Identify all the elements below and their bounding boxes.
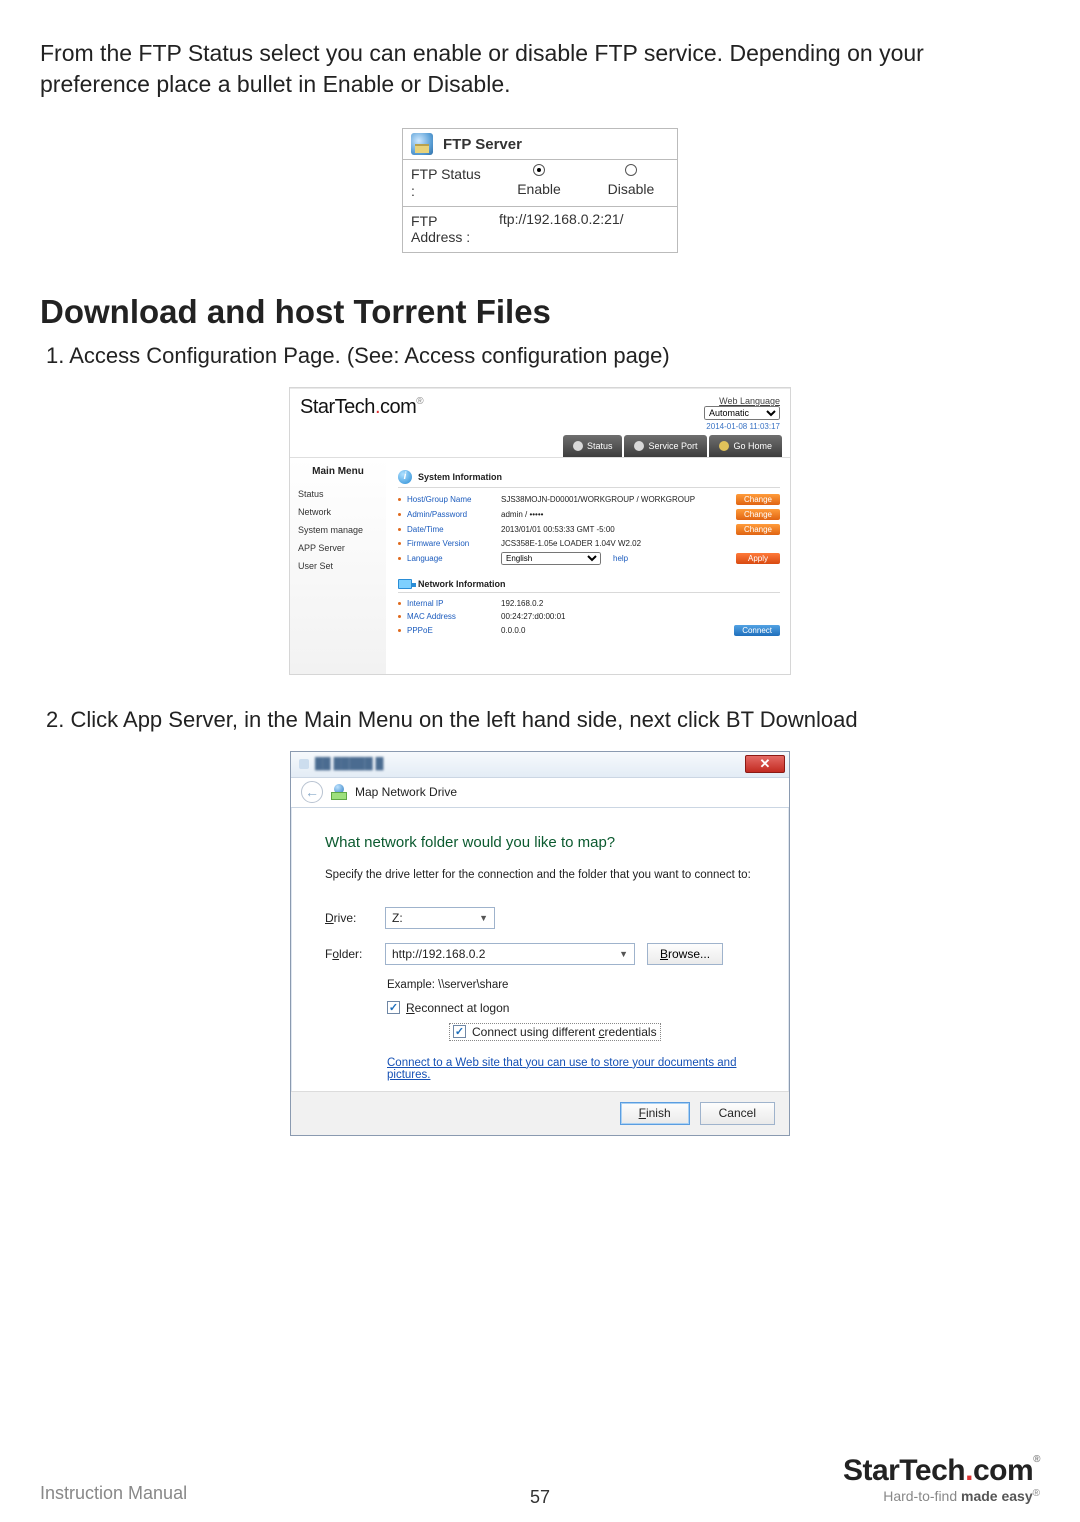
network-information-header: Network Information — [398, 573, 780, 593]
connect-website-link[interactable]: Connect to a Web site that you can use t… — [387, 1057, 755, 1081]
ftp-address-label: FTP Address : — [403, 207, 493, 253]
ftp-server-panel: FTP Server FTP Status : Enable Disable F… — [402, 128, 678, 253]
cancel-button[interactable]: Cancel — [700, 1102, 775, 1125]
footer-left: Instruction Manual — [40, 1483, 187, 1504]
reconnect-checkbox-row[interactable]: Reconnect at logon — [387, 1001, 755, 1015]
checkbox-icon — [387, 1001, 400, 1014]
dialog-titlebar: ██ █████ █ ✕ — [291, 752, 789, 778]
ftp-address-value: ftp://192.168.0.2:21/ — [493, 207, 677, 253]
section-heading: Download and host Torrent Files — [40, 293, 1040, 331]
topbar-status-button[interactable]: Status — [563, 435, 623, 457]
dialog-subtext: Specify the drive letter for the connect… — [325, 869, 755, 881]
startech-logo: StarTech.com® — [843, 1454, 1040, 1488]
step-2: 2. Click App Server, in the Main Menu on… — [46, 705, 1040, 735]
chevron-down-icon: ▼ — [619, 949, 628, 959]
sidebar-item-app-server[interactable]: APP Server — [296, 539, 380, 557]
folder-label: Folder: — [325, 947, 373, 961]
web-language-select[interactable]: Automatic — [704, 406, 780, 420]
different-credentials-checkbox-row[interactable]: Connect using different credentials — [449, 1023, 661, 1041]
main-menu-sidebar: Main Menu Status Network System manage A… — [290, 458, 386, 674]
finish-button[interactable]: Finish — [620, 1102, 690, 1125]
map-drive-icon — [331, 784, 347, 800]
footer-tagline: Hard-to-find made easy® — [843, 1488, 1040, 1504]
drive-select[interactable]: Z:▼ — [385, 907, 495, 929]
row-language: Language English help Apply — [398, 550, 780, 567]
gear-icon — [634, 441, 644, 451]
ftp-title: FTP Server — [443, 136, 522, 153]
browse-button[interactable]: Browse... — [647, 943, 723, 965]
drive-label: Drive: — [325, 911, 373, 925]
ftp-disable-radio[interactable] — [625, 164, 637, 176]
row-host-group: Host/Group NameSJS38MOJN-D00001/WORKGROU… — [398, 492, 780, 507]
sidebar-title: Main Menu — [296, 466, 380, 477]
ftp-enable-radio[interactable] — [533, 164, 545, 176]
status-icon — [573, 441, 583, 451]
sidebar-item-status[interactable]: Status — [296, 485, 380, 503]
web-language: Web Language Automatic — [704, 396, 780, 420]
checkbox-icon — [453, 1025, 466, 1038]
footer-right: StarTech.com® Hard-to-find made easy® — [843, 1454, 1040, 1504]
row-mac: MAC Address00:24:27:d0:00:01 — [398, 610, 780, 623]
step-1: 1. Access Configuration Page. (See: Acce… — [46, 341, 1040, 371]
page-number: 57 — [530, 1487, 550, 1508]
sidebar-item-user-set[interactable]: User Set — [296, 557, 380, 575]
change-button[interactable]: Change — [736, 509, 780, 520]
ftp-enable-label: Enable — [517, 181, 561, 197]
startech-webui-screenshot: StarTech.com® Web Language Automatic 201… — [289, 387, 791, 675]
ftp-disable-label: Disable — [608, 181, 655, 197]
chevron-down-icon: ▼ — [479, 913, 488, 923]
sidebar-item-system-manage[interactable]: System manage — [296, 521, 380, 539]
row-date-time: Date/Time2013/01/01 00:53:33 GMT -5:00Ch… — [398, 522, 780, 537]
change-button[interactable]: Change — [736, 494, 780, 505]
window-icon — [299, 759, 309, 769]
example-text: Example: \\server\share — [387, 979, 755, 991]
ftp-icon — [411, 133, 433, 155]
connect-button[interactable]: Connect — [734, 625, 780, 636]
topbar-serviceport-button[interactable]: Service Port — [624, 435, 707, 457]
topbar-gohome-button[interactable]: Go Home — [709, 435, 782, 457]
intro-text: From the FTP Status select you can enabl… — [40, 38, 1040, 100]
help-link[interactable]: help — [613, 554, 628, 563]
dialog-title: Map Network Drive — [355, 785, 457, 799]
network-icon — [398, 579, 412, 589]
folder-combo[interactable]: http://192.168.0.2▼ — [385, 943, 635, 965]
close-button[interactable]: ✕ — [745, 755, 785, 773]
map-network-drive-dialog: ██ █████ █ ✕ ← Map Network Drive What ne… — [290, 751, 790, 1136]
back-button[interactable]: ← — [301, 781, 323, 803]
change-button[interactable]: Change — [736, 524, 780, 535]
row-pppoe: PPPoE0.0.0.0Connect — [398, 623, 780, 638]
dialog-question: What network folder would you like to ma… — [325, 834, 755, 851]
startech-logo: StarTech.com® — [300, 396, 423, 419]
apply-button[interactable]: Apply — [736, 553, 780, 564]
row-admin-password: Admin/Passwordadmin / •••••Change — [398, 507, 780, 522]
row-internal-ip: Internal IP192.168.0.2 — [398, 597, 780, 610]
home-icon — [719, 441, 729, 451]
language-select[interactable]: English — [501, 552, 601, 565]
row-firmware: Firmware VersionJCS358E-1.05e LOADER 1.0… — [398, 537, 780, 550]
timestamp: 2014-01-08 11:03:17 — [290, 420, 790, 435]
sidebar-item-network[interactable]: Network — [296, 503, 380, 521]
system-information-header: i System Information — [398, 468, 780, 488]
info-icon: i — [398, 470, 412, 484]
ftp-status-label: FTP Status : — [403, 160, 493, 206]
